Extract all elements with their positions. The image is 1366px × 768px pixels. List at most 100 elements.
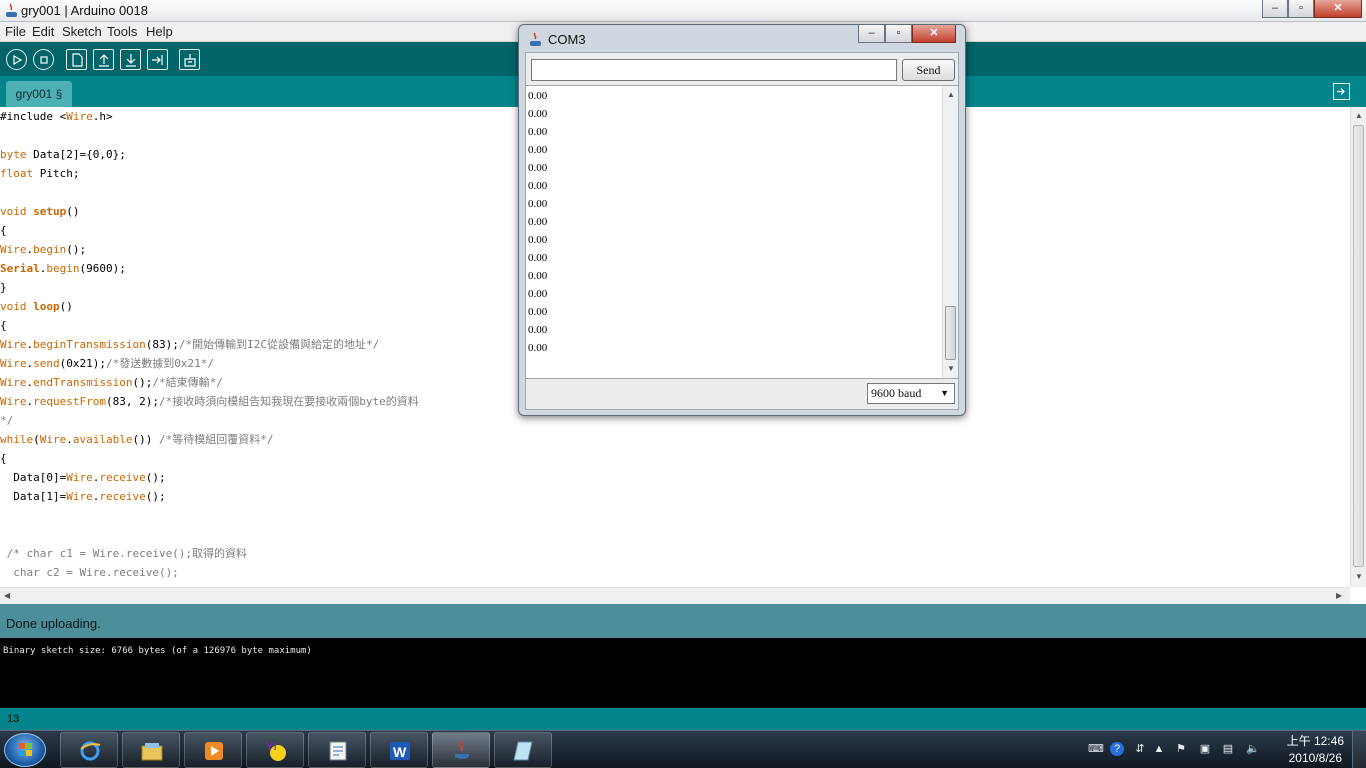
code-token: begin	[46, 262, 80, 275]
scroll-up-icon[interactable]: ▲	[1355, 111, 1363, 120]
clock-time: 上午 12:46	[1286, 734, 1344, 748]
code-token: char c2 = Wire.receive();	[0, 566, 179, 579]
serial-output-line: 0.00	[528, 108, 548, 120]
code-token: byte	[0, 148, 27, 161]
code-token: Wire	[66, 110, 93, 123]
taskbar-notepad[interactable]	[494, 732, 552, 768]
show-hidden-icons-icon[interactable]: ▲	[1152, 742, 1166, 756]
code-token: void	[0, 300, 27, 313]
code-token: (0x21);	[59, 357, 106, 370]
menu-help[interactable]: Help	[146, 24, 173, 39]
stop-button[interactable]	[33, 49, 54, 70]
upload-button[interactable]	[147, 49, 168, 70]
serial-monitor-window: COM3 – ▫ ✕ Send ▲ ▼ 0.00 0.00 0.00 0.00 0.00…	[518, 24, 966, 416]
code-token: {	[0, 319, 7, 332]
window-title: gry001 | Arduino 0018	[21, 3, 148, 18]
code-token: begin	[33, 243, 67, 256]
show-desktop-button[interactable]	[1352, 731, 1366, 768]
serial-output-line: 0.00	[528, 306, 548, 318]
scroll-up-icon[interactable]: ▲	[947, 90, 955, 99]
tab-gry001[interactable]: gry001 §	[6, 81, 72, 107]
ime-icon[interactable]: ⇵	[1133, 742, 1147, 756]
editor-horizontal-scrollbar[interactable]: ◀ ▶	[0, 587, 1350, 604]
code-line: Wire.endTransmission();/*結束傳輸*/	[0, 373, 223, 392]
code-token: Pitch;	[33, 167, 80, 180]
serial-output: ▲ ▼ 0.00 0.00 0.00 0.00 0.00 0.00 0.00 0.00 0.00…	[526, 85, 958, 379]
editor-vertical-scrollbar[interactable]: ▲ ▼	[1350, 107, 1366, 587]
maximize-button[interactable]: ▫	[1288, 0, 1314, 18]
code-token: /*發送數據到0x21*/	[105, 357, 214, 370]
baud-value: 9600 baud	[871, 386, 922, 400]
serial-scroll-thumb[interactable]	[945, 306, 956, 360]
menu-file[interactable]: File	[5, 24, 26, 39]
scroll-down-icon[interactable]: ▼	[1355, 572, 1363, 581]
scroll-right-icon[interactable]: ▶	[1336, 591, 1342, 600]
code-token: /*結束傳輸*/	[152, 376, 223, 389]
send-button[interactable]: Send	[902, 59, 955, 81]
taskbar-internet-explorer[interactable]	[60, 732, 118, 768]
action-center-flag-icon[interactable]: ⚑	[1174, 742, 1188, 756]
serial-title: COM3	[548, 32, 586, 47]
notepad-icon	[513, 741, 533, 761]
code-token: ()	[59, 300, 73, 313]
open-button[interactable]	[93, 49, 114, 70]
scroll-down-icon[interactable]: ▼	[947, 364, 955, 373]
clock[interactable]: 上午 12:46 2010/8/26	[1287, 733, 1344, 767]
svg-text:Y!: Y!	[266, 741, 277, 753]
save-button[interactable]	[120, 49, 141, 70]
code-token: {	[0, 452, 7, 465]
verify-icon	[12, 54, 22, 65]
volume-icon[interactable]: 🔈	[1246, 742, 1260, 756]
code-token: .	[66, 433, 73, 446]
code-token: Wire	[0, 395, 27, 408]
network-icon[interactable]: ▤	[1221, 742, 1235, 756]
menu-edit[interactable]: Edit	[32, 24, 54, 39]
serial-close-button[interactable]: ✕	[912, 25, 956, 43]
line-number-bar: 13	[0, 708, 1366, 730]
line-number: 13	[7, 713, 20, 725]
code-token: Wire	[0, 338, 27, 351]
editor-scroll-thumb[interactable]	[1353, 125, 1364, 567]
serial-maximize-button[interactable]: ▫	[885, 25, 912, 43]
code-token: .h>	[92, 110, 113, 123]
menu-sketch[interactable]: Sketch	[62, 24, 102, 39]
taskbar-media-player[interactable]	[184, 732, 242, 768]
serial-content: Send ▲ ▼ 0.00 0.00 0.00 0.00 0.00 0.00 0.00 0.0…	[525, 52, 959, 410]
taskbar-file-explorer[interactable]	[122, 732, 180, 768]
code-token: send	[33, 357, 60, 370]
close-button[interactable]: ✕	[1314, 0, 1362, 18]
code-token: receive	[99, 490, 146, 503]
verify-button[interactable]	[6, 49, 27, 70]
serial-input[interactable]	[531, 59, 897, 81]
save-icon	[125, 53, 136, 67]
scroll-left-icon[interactable]: ◀	[4, 591, 10, 600]
minimize-button[interactable]: –	[1262, 0, 1288, 18]
code-line: void setup()	[0, 202, 80, 221]
code-token: Data[1]=	[0, 490, 67, 503]
taskbar-java[interactable]	[432, 732, 490, 768]
code-token: ();	[145, 490, 166, 503]
menu-tools[interactable]: Tools	[107, 24, 137, 39]
code-line: Wire.begin();	[0, 240, 86, 259]
taskbar-word[interactable]: W	[370, 732, 428, 768]
help-icon[interactable]: ?	[1110, 742, 1124, 756]
serial-output-line: 0.00	[528, 144, 548, 156]
new-button[interactable]	[66, 49, 87, 70]
code-line: /* char c1 = Wire.receive();取得的資料	[0, 544, 247, 563]
keyboard-icon[interactable]: ⌨	[1088, 742, 1104, 756]
code-token: Serial	[0, 262, 40, 275]
serial-monitor-button[interactable]	[179, 49, 200, 70]
baud-select[interactable]: 9600 baud ▼	[867, 383, 955, 404]
code-token: available	[72, 433, 133, 446]
serial-vertical-scrollbar[interactable]: ▲ ▼	[942, 86, 958, 378]
arrow-right-icon	[1337, 88, 1345, 95]
serial-output-line: 0.00	[528, 162, 548, 174]
device-icon[interactable]: ▣	[1198, 742, 1212, 756]
code-token: (	[33, 433, 40, 446]
main-titlebar: gry001 | Arduino 0018 – ▫ ✕	[0, 0, 1366, 22]
start-button[interactable]	[4, 733, 46, 767]
tab-menu-button[interactable]	[1333, 83, 1350, 100]
taskbar-text-editor[interactable]	[308, 732, 366, 768]
serial-minimize-button[interactable]: –	[858, 25, 885, 43]
taskbar-yahoo-messenger[interactable]: Y!	[246, 732, 304, 768]
